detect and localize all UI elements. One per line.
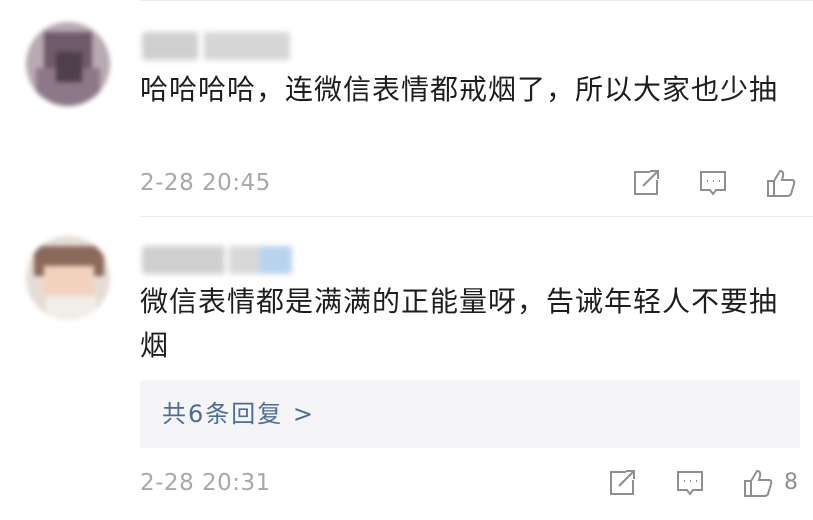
username[interactable] [142, 246, 292, 274]
comment-icon[interactable] [674, 468, 706, 498]
comment-item: 微信表情都是满满的正能量呀，告诫年轻人不要抽烟 共6条回复 > 2-28 20:… [0, 216, 813, 520]
comment-item: 哈哈哈哈，连微信表情都戒烟了，所以大家也少抽 2-28 20:45 [0, 0, 813, 216]
thumbs-up-icon[interactable] [742, 468, 774, 498]
comment-meta: 2-28 20:45 [140, 166, 797, 200]
comment-text: 微信表情都是满满的正能量呀，告诫年轻人不要抽烟 [140, 285, 779, 362]
like-count: 8 [784, 470, 798, 495]
avatar[interactable] [26, 22, 110, 106]
view-replies-link[interactable]: 共6条回复 > [162, 397, 315, 431]
share-icon[interactable] [606, 468, 638, 498]
comment-text: 哈哈哈哈，连微信表情都戒烟了，所以大家也少抽 [140, 73, 779, 106]
thumbs-up-icon[interactable] [765, 168, 797, 198]
comment-meta: 2-28 20:31 8 [140, 466, 798, 500]
share-icon[interactable] [630, 168, 662, 198]
reply-preview[interactable]: 共6条回复 > [140, 380, 800, 448]
comment-icon[interactable] [697, 168, 729, 198]
comment-timestamp: 2-28 20:45 [140, 170, 271, 196]
avatar[interactable] [26, 236, 110, 320]
username[interactable] [142, 32, 290, 60]
comment-timestamp: 2-28 20:31 [140, 470, 271, 496]
